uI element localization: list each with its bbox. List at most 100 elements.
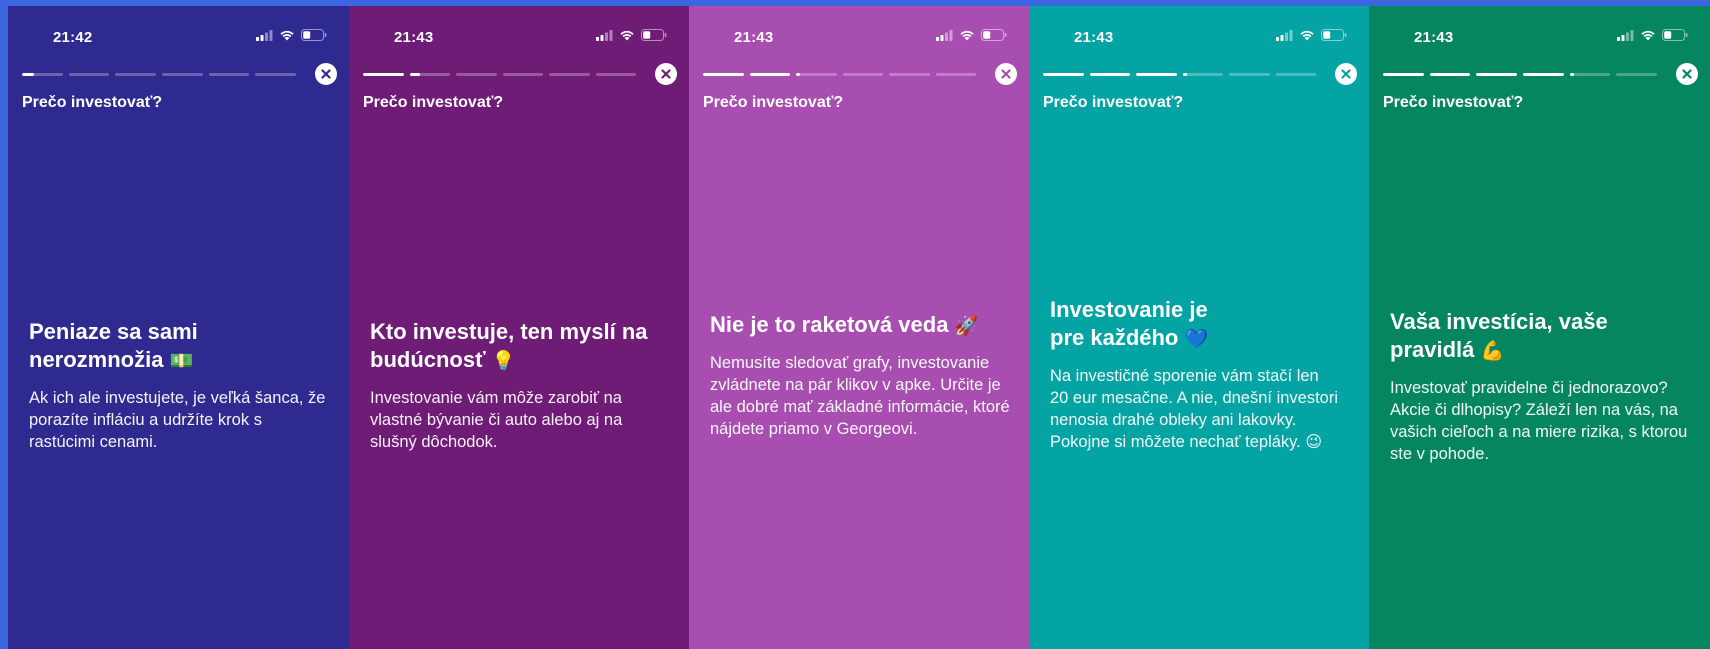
close-button[interactable] (1335, 63, 1357, 85)
progress-segment (796, 73, 837, 76)
progress-segment (1383, 73, 1424, 76)
headline-text: Nie je to raketová veda (710, 312, 949, 337)
progress-segment (595, 73, 636, 76)
lightbulb-icon: 💡 (491, 350, 516, 372)
progress-segment (1089, 73, 1130, 76)
wifi-icon (1641, 30, 1655, 41)
status-bar: 21:42 (8, 25, 349, 47)
story-screen-2[interactable]: 21:43 Prečo investovať? Kto investuje, t… (349, 6, 689, 649)
signal-icon (1617, 29, 1634, 41)
progress-segment (502, 73, 543, 76)
story-screens-strip: 21:42 Prečo investovať? Peniaze sa sami … (8, 6, 1710, 649)
signal-icon (1276, 29, 1293, 41)
battery-icon (641, 29, 667, 41)
close-icon (1341, 69, 1351, 79)
progress-segment-fill (749, 73, 790, 76)
progress-segment (703, 73, 744, 76)
progress-segment (1136, 73, 1177, 76)
headline: Peniaze sa sami nerozmnožia 💵 (29, 318, 331, 375)
story-title: Prečo investovať? (1043, 94, 1184, 111)
battery-icon (301, 29, 327, 41)
progress-segment-fill (22, 73, 35, 76)
status-icons (1617, 29, 1688, 41)
status-icons (1276, 29, 1347, 41)
progress-segment (255, 73, 297, 76)
progress-segment-fill (1043, 73, 1084, 76)
close-button[interactable] (995, 63, 1017, 85)
progress-segment (456, 73, 497, 76)
progress-segment (1476, 73, 1518, 76)
progress-segment (1182, 73, 1223, 76)
progress-segment (1429, 73, 1471, 76)
close-icon (661, 69, 671, 79)
wink-icon: 😉 (1305, 432, 1323, 451)
rocket-icon: 🚀 (954, 315, 979, 337)
story-progress (363, 73, 636, 76)
story-progress (703, 73, 976, 76)
signal-icon (256, 29, 273, 41)
progress-segment-fill (1182, 73, 1187, 76)
status-icons (936, 29, 1007, 41)
wifi-icon (620, 30, 634, 41)
progress-segment (1275, 73, 1316, 76)
headline: Investovanie je pre každého 💙 (1050, 296, 1240, 353)
battery-icon (981, 29, 1007, 41)
body-text: Na investičné sporenie vám stačí len 20 … (1050, 365, 1340, 453)
progress-segment (162, 73, 203, 76)
story-screen-4[interactable]: 21:43 Prečo investovať? Investovanie je … (1029, 6, 1369, 649)
progress-segment (1043, 73, 1084, 76)
close-icon (321, 69, 331, 79)
story-title: Prečo investovať? (22, 94, 163, 111)
signal-icon (596, 29, 613, 41)
signal-icon (936, 29, 953, 41)
headline: Kto investuje, ten myslí na budúcnosť 💡 (370, 318, 671, 375)
story-content: Peniaze sa sami nerozmnožia 💵 Ak ich ale… (29, 318, 331, 453)
progress-segment-fill (1569, 73, 1574, 76)
wifi-icon (1300, 30, 1314, 41)
close-icon (1001, 69, 1011, 79)
body-text: Investovanie vám môže zarobiť na vlastné… (370, 389, 623, 451)
body-text-content: Na investičné sporenie vám stačí len 20 … (1050, 367, 1339, 451)
story-title: Prečo investovať? (363, 94, 504, 111)
status-bar: 21:43 (1029, 25, 1369, 47)
story-screen-5[interactable]: 21:43 Prečo investovať? Vaša investícia,… (1369, 6, 1710, 649)
story-title: Prečo investovať? (1383, 94, 1524, 111)
wifi-icon (960, 30, 974, 41)
status-bar: 21:43 (689, 25, 1029, 47)
progress-segment-fill (409, 73, 420, 76)
progress-segment-fill (1383, 73, 1424, 76)
flexed-biceps-icon: 💪 (1480, 340, 1505, 362)
headline: Nie je to raketová veda 🚀 (710, 311, 1011, 340)
status-icons (596, 29, 667, 41)
body-text: Nemusíte sledovať grafy, investovanie zv… (710, 354, 1010, 438)
story-screen-1[interactable]: 21:42 Prečo investovať? Peniaze sa sami … (8, 6, 349, 649)
blue-heart-icon: 💙 (1184, 328, 1209, 350)
progress-segment-fill (1476, 73, 1518, 76)
body-text: Investovať pravidelne či jednorazovo? Ak… (1390, 379, 1688, 463)
progress-segment-fill (1136, 73, 1177, 76)
story-content: Kto investuje, ten myslí na budúcnosť 💡 … (370, 318, 671, 453)
progress-segment (1616, 73, 1658, 76)
status-time: 21:43 (394, 29, 434, 46)
progress-segment (208, 73, 250, 76)
story-screen-3[interactable]: 21:43 Prečo investovať? Nie je to raketo… (689, 6, 1029, 649)
story-content: Vaša investícia, vaše pravidlá 💪 Investo… (1390, 308, 1692, 465)
story-content: Nie je to raketová veda 🚀 Nemusíte sledo… (710, 311, 1011, 440)
body-text: Ak ich ale investujete, je veľká šanca, … (29, 389, 326, 451)
story-progress (1383, 73, 1658, 76)
wifi-icon (280, 30, 294, 41)
status-time: 21:42 (53, 29, 93, 46)
headline: Vaša investícia, vaše pravidlá 💪 (1390, 308, 1690, 365)
progress-segment-fill (1523, 73, 1564, 76)
story-progress (22, 73, 297, 76)
close-button[interactable] (1676, 63, 1698, 85)
progress-segment (842, 73, 883, 76)
progress-segment (935, 73, 976, 76)
progress-segment (889, 73, 930, 76)
status-time: 21:43 (1414, 29, 1454, 46)
close-button[interactable] (655, 63, 677, 85)
progress-segment (749, 73, 790, 76)
progress-segment (22, 73, 63, 76)
close-button[interactable] (315, 63, 337, 85)
progress-segment (1523, 73, 1564, 76)
